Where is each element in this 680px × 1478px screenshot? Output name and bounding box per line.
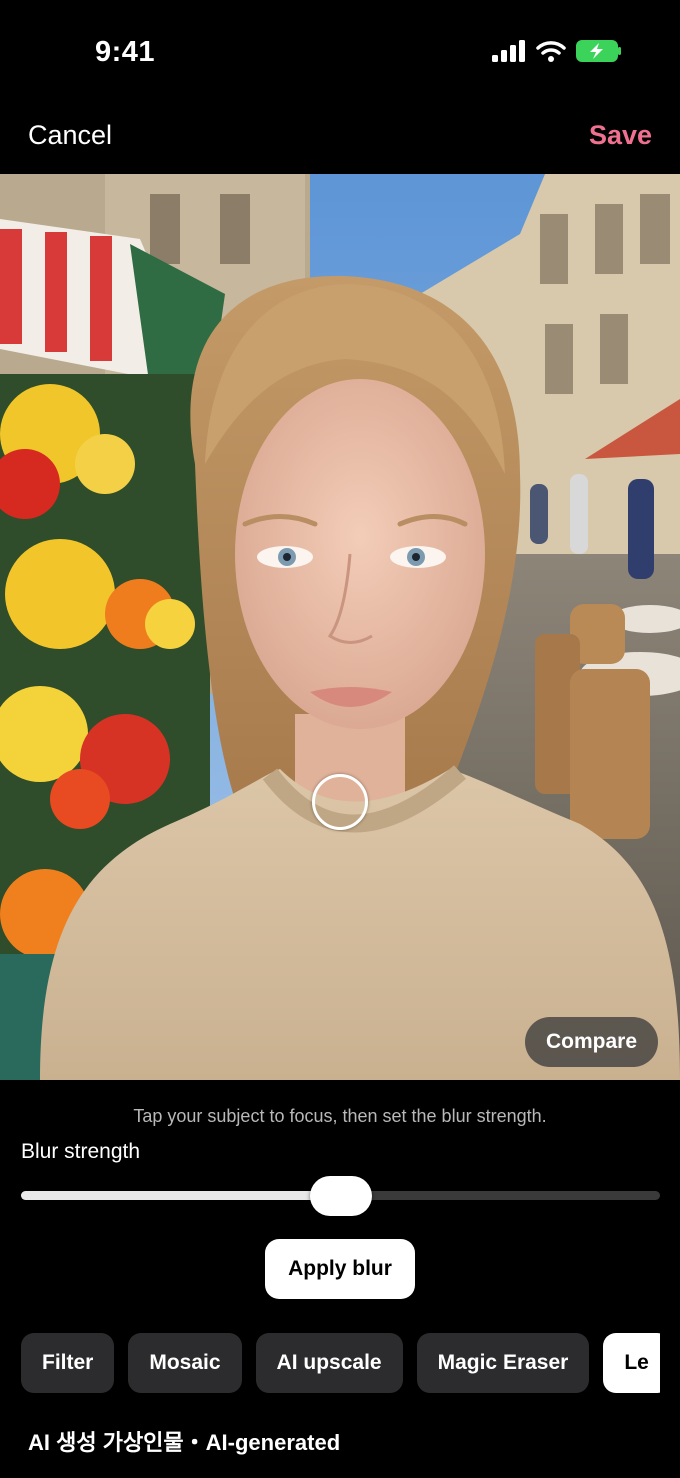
focus-point-marker[interactable]	[312, 774, 368, 830]
blur-strength-slider[interactable]	[21, 1176, 660, 1216]
ai-generated-notice: AI 생성 가상인물・AI-generated	[28, 1430, 341, 1455]
status-icons	[492, 40, 622, 62]
apply-blur-button[interactable]: Apply blur	[265, 1239, 415, 1299]
status-time: 9:41	[95, 36, 156, 68]
tool-chip[interactable]: Magic Eraser	[416, 1333, 590, 1393]
save-button[interactable]: Save	[589, 120, 652, 151]
wifi-icon	[536, 41, 566, 62]
compare-button[interactable]: Compare	[524, 1017, 658, 1067]
tools-row: Filter Mosaic AI upscale Magic Eraser Le	[21, 1333, 660, 1393]
tools-scroller[interactable]: Filter Mosaic AI upscale Magic Eraser Le	[21, 1333, 660, 1393]
cellular-signal-icon	[492, 40, 525, 62]
slider-thumb[interactable]	[309, 1176, 372, 1216]
nav-bar: Cancel Save	[0, 100, 680, 174]
battery-charging-icon	[576, 40, 621, 62]
tool-chip[interactable]: AI upscale	[255, 1333, 403, 1393]
portrait-photo	[0, 174, 680, 1080]
tool-chip[interactable]: Le	[603, 1333, 660, 1393]
photo-canvas[interactable]: Compare	[0, 174, 680, 1080]
cancel-button[interactable]: Cancel	[28, 120, 112, 151]
tool-chip[interactable]: Mosaic	[128, 1333, 242, 1393]
instruction-text: Tap your subject to focus, then set the …	[133, 1106, 547, 1126]
blur-strength-label: Blur strength	[21, 1140, 141, 1163]
tool-chip[interactable]: Filter	[21, 1333, 115, 1393]
slider-fill	[21, 1191, 341, 1200]
status-bar: 9:41	[0, 0, 680, 100]
